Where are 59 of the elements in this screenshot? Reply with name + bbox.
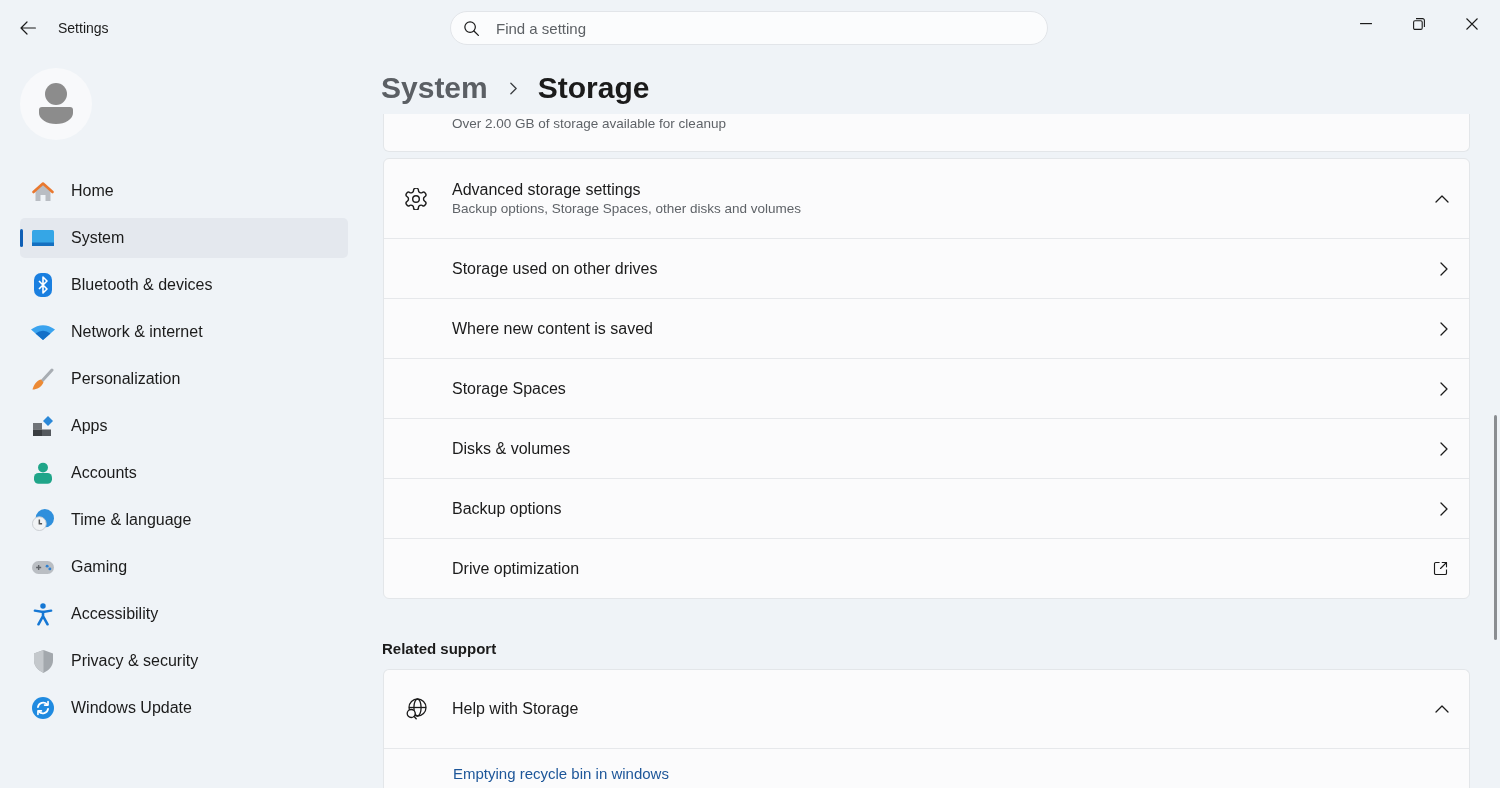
globe-clock-icon	[32, 509, 54, 531]
breadcrumb-link[interactable]: System	[381, 68, 488, 108]
wifi-icon	[31, 324, 55, 340]
sidebar-item[interactable]: Privacy & security	[20, 641, 348, 681]
scrollbar-thumb[interactable]	[1494, 415, 1497, 640]
row-description: Backup options, Storage Spaces, other disks and volumes	[452, 199, 802, 218]
apps-icon	[33, 416, 53, 436]
sidebar-item[interactable]: Bluetooth & devices	[20, 265, 348, 305]
chevron-right-icon	[1440, 261, 1448, 276]
settings-row[interactable]: Backup options	[384, 478, 1469, 538]
cleanup-card[interactable]: Over 2.00 GB of storage available for cleanup	[383, 114, 1470, 152]
avatar-icon	[20, 68, 92, 140]
row-description: Over 2.00 GB of storage available for cleanup	[452, 115, 727, 133]
sidebar-item[interactable]: Time & language	[20, 500, 348, 540]
settings-row[interactable]: Storage used on other drives	[384, 238, 1469, 298]
sidebar-item[interactable]: Gaming	[20, 547, 348, 587]
settings-icon	[405, 187, 427, 210]
settings-row[interactable]: Disks & volumes	[384, 418, 1469, 478]
window-title: Settings	[58, 18, 109, 38]
restore-icon[interactable]	[1413, 18, 1425, 30]
settings-row[interactable]: Storage Spaces	[384, 358, 1469, 418]
search-icon	[464, 21, 479, 36]
chevron-right-icon	[1440, 501, 1448, 516]
selection-indicator	[20, 229, 23, 247]
expander-header[interactable]: Help with Storage	[384, 670, 1469, 748]
external-link-icon	[1433, 561, 1448, 576]
shield-icon	[33, 649, 53, 673]
accessibility-icon	[33, 602, 53, 626]
back-arrow-icon[interactable]	[20, 21, 36, 35]
search-field[interactable]: Find a setting	[450, 11, 1048, 45]
expander-header[interactable]: Advanced storage settings Backup options, Storage Spaces, other disks and volumes	[384, 159, 1469, 238]
sidebar-item[interactable]: Home	[20, 171, 348, 211]
chevron-right-icon	[1440, 321, 1448, 336]
close-icon[interactable]	[1466, 18, 1478, 30]
person-icon	[34, 462, 52, 484]
sidebar-item[interactable]: Accounts	[20, 453, 348, 493]
chevron-right-icon	[1440, 441, 1448, 456]
section-heading: Related support	[382, 639, 498, 659]
sidebar-item[interactable]: Apps	[20, 406, 348, 446]
sidebar-item[interactable]: Network & internet	[20, 312, 348, 352]
page-title: Storage	[537, 70, 650, 106]
minimize-icon[interactable]	[1360, 23, 1372, 25]
sidebar-item[interactable]: Accessibility	[20, 594, 348, 634]
bluetooth-icon	[34, 273, 52, 297]
house-icon	[32, 181, 54, 201]
sidebar-item[interactable]: Windows Update	[20, 688, 348, 728]
refresh-icon	[32, 697, 54, 719]
sidebar-item[interactable]: Personalization	[20, 359, 348, 399]
help-link[interactable]: Emptying recycle bin in windows	[453, 765, 669, 783]
row-title: Advanced storage settings	[452, 179, 642, 200]
chevron-right-icon	[1440, 381, 1448, 396]
chevron-right-icon	[509, 81, 517, 95]
sidebar-item[interactable]: System	[20, 218, 348, 258]
monitor-icon	[32, 230, 54, 246]
settings-row[interactable]: Drive optimization	[384, 538, 1469, 598]
globe-search-icon	[405, 698, 427, 720]
paintbrush-icon	[32, 368, 54, 390]
gamepad-icon	[32, 560, 54, 574]
settings-row[interactable]: Where new content is saved	[384, 298, 1469, 358]
